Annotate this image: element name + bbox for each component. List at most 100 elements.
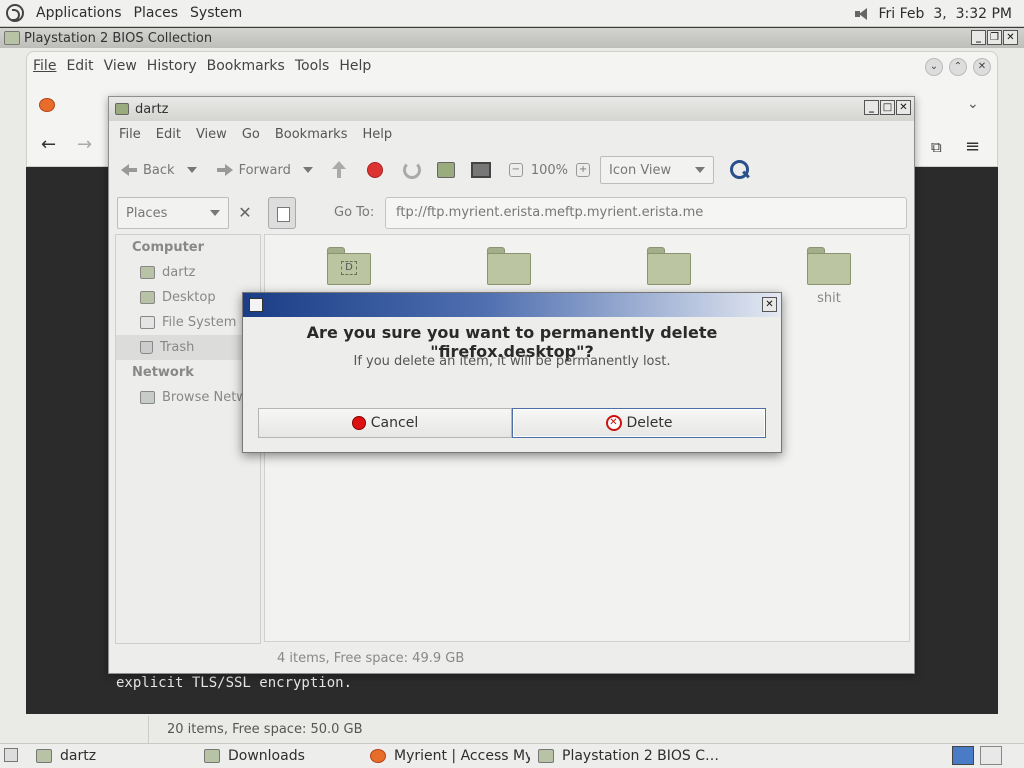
caja-menu-edit[interactable]: Edit	[156, 127, 181, 142]
caja-close-button[interactable]: ✕	[896, 100, 911, 115]
ff-menu-bookmarks[interactable]: Bookmarks	[207, 58, 285, 74]
bg-status-bar: 20 items, Free space: 50.0 GB	[148, 716, 1024, 743]
task-downloads[interactable]: Downloads	[196, 744, 360, 768]
task-bios-collection[interactable]: Playstation 2 BIOS C…	[530, 744, 730, 768]
close-sidebar-icon[interactable]: ✕	[235, 197, 255, 229]
menu-system[interactable]: System	[190, 5, 242, 21]
minimize-button[interactable]: _	[971, 30, 986, 45]
task-firefox[interactable]: Myrient | Access Myri…	[362, 744, 530, 768]
clock[interactable]: Fri Feb 3, 3:32 PM	[879, 6, 1013, 22]
computer-icon[interactable]	[470, 162, 491, 178]
downloads-badge-icon: D	[341, 261, 357, 275]
location-value: ftp://ftp.myrient.erista.meftp.myrient.e…	[396, 205, 704, 220]
caja-menu-bookmarks[interactable]: Bookmarks	[275, 127, 348, 142]
folder-label[interactable]: shit	[789, 291, 869, 306]
ff-menu-view[interactable]: View	[104, 58, 137, 74]
caja-status-text: 4 items, Free space: 49.9 GB	[277, 651, 465, 666]
forward-arrow-icon	[216, 163, 233, 177]
back-history-dropdown-icon[interactable]	[186, 167, 197, 173]
places-sidebar: Computer dartz Desktop File System Trash…	[115, 234, 261, 644]
bg-status-text: 20 items, Free space: 50.0 GB	[167, 722, 363, 737]
desktop-folder-icon	[140, 291, 155, 304]
delete-icon: ✕	[605, 415, 622, 431]
sidebar-type-value: Places	[126, 205, 168, 221]
task-label: Myrient | Access Myri…	[394, 748, 530, 764]
sidebar-item-desktop[interactable]: Desktop	[116, 285, 260, 310]
forward-history-dropdown-icon[interactable]	[302, 167, 313, 173]
folder-icon[interactable]: D	[327, 247, 371, 285]
ff-menu-tools[interactable]: Tools	[295, 58, 330, 74]
forward-button[interactable]: Forward	[213, 163, 295, 178]
ff-close-button[interactable]: ✕	[973, 58, 991, 76]
show-desktop-icon[interactable]	[4, 748, 18, 762]
close-button[interactable]: ✕	[1003, 30, 1018, 45]
ff-back-icon[interactable]: ←	[41, 134, 56, 155]
menu-places[interactable]: Places	[134, 5, 179, 21]
folder-icon[interactable]	[647, 247, 691, 285]
back-label: Back	[143, 162, 175, 178]
sidebar-item-label: File System	[162, 315, 237, 330]
folder-icon[interactable]	[807, 247, 851, 285]
sidebar-item-browse-network[interactable]: Browse Network	[116, 385, 260, 410]
caja-menu-help[interactable]: Help	[362, 127, 392, 142]
ff-menu-file[interactable]: File	[33, 58, 56, 74]
sidebar-type-select[interactable]: Places	[117, 197, 229, 229]
toggle-location-edit-button[interactable]	[268, 197, 296, 229]
up-icon[interactable]	[331, 161, 347, 179]
confirm-delete-dialog: ✕ Are you sure you want to permanently d…	[242, 292, 782, 453]
ff-forward-icon[interactable]: →	[77, 134, 92, 155]
delete-button[interactable]: ✕ Delete	[512, 408, 766, 438]
location-input[interactable]: ftp://ftp.myrient.erista.meftp.myrient.e…	[385, 197, 907, 229]
caja-maximize-button[interactable]: □	[880, 100, 895, 115]
dialog-close-button[interactable]: ✕	[762, 297, 777, 312]
reload-icon[interactable]	[402, 161, 421, 179]
workspace-1-button[interactable]	[952, 746, 974, 765]
zoom-out-button[interactable]: −	[508, 163, 523, 177]
back-arrow-icon	[121, 163, 137, 177]
dialog-secondary-text: If you delete an item, it will be perman…	[353, 354, 671, 369]
folder-icon[interactable]	[487, 247, 531, 285]
caja-window-title: dartz	[135, 101, 169, 117]
cancel-button[interactable]: Cancel	[258, 408, 512, 438]
restore-button[interactable]: ❐	[987, 30, 1002, 45]
dialog-window-icon	[249, 298, 263, 312]
mate-logo-icon[interactable]	[6, 4, 24, 22]
caja-menu-go[interactable]: Go	[242, 127, 260, 142]
caja-minimize-button[interactable]: _	[864, 100, 879, 115]
trash-icon	[140, 341, 153, 354]
ff-maximize-button[interactable]: ⌃	[949, 58, 967, 76]
view-mode-select[interactable]: Icon View	[600, 156, 715, 184]
volume-icon[interactable]	[854, 7, 871, 21]
ff-menu-history[interactable]: History	[147, 58, 197, 74]
menu-applications[interactable]: Applications	[36, 5, 122, 21]
task-dartz[interactable]: dartz	[28, 744, 198, 768]
window-title: Playstation 2 BIOS Collection	[24, 30, 213, 46]
home-folder-icon	[115, 103, 129, 115]
tab-list-icon[interactable]: ⌄	[967, 96, 979, 112]
sidebar-item-label: Trash	[160, 340, 195, 355]
sidebar-header-network: Network	[132, 365, 194, 380]
ff-minimize-button[interactable]: ⌄	[925, 58, 943, 76]
extensions-icon[interactable]: ⧉	[931, 138, 942, 156]
sidebar-item-label: Desktop	[162, 290, 216, 305]
sidebar-item-dartz[interactable]: dartz	[116, 260, 260, 285]
caja-menu-file[interactable]: File	[119, 127, 141, 142]
sidebar-item-file-system[interactable]: File System	[116, 310, 260, 335]
stop-icon[interactable]	[366, 162, 383, 178]
task-label: Downloads	[228, 748, 305, 764]
folder-icon	[538, 749, 554, 763]
search-icon[interactable]	[730, 160, 750, 180]
cancel-label: Cancel	[370, 415, 419, 431]
caja-menu-view[interactable]: View	[196, 127, 227, 142]
home-icon[interactable]	[436, 162, 455, 178]
sidebar-item-trash[interactable]: Trash	[116, 335, 260, 360]
hamburger-menu-icon[interactable]: ≡	[965, 136, 980, 157]
ff-menu-help[interactable]: Help	[339, 58, 371, 74]
delete-label: Delete	[626, 415, 673, 431]
folder-icon	[4, 31, 20, 45]
back-button[interactable]: Back	[117, 163, 179, 178]
view-mode-value: Icon View	[609, 162, 672, 178]
workspace-2-button[interactable]	[980, 746, 1002, 765]
zoom-in-button[interactable]: +	[576, 163, 591, 177]
ff-menu-edit[interactable]: Edit	[66, 58, 93, 74]
